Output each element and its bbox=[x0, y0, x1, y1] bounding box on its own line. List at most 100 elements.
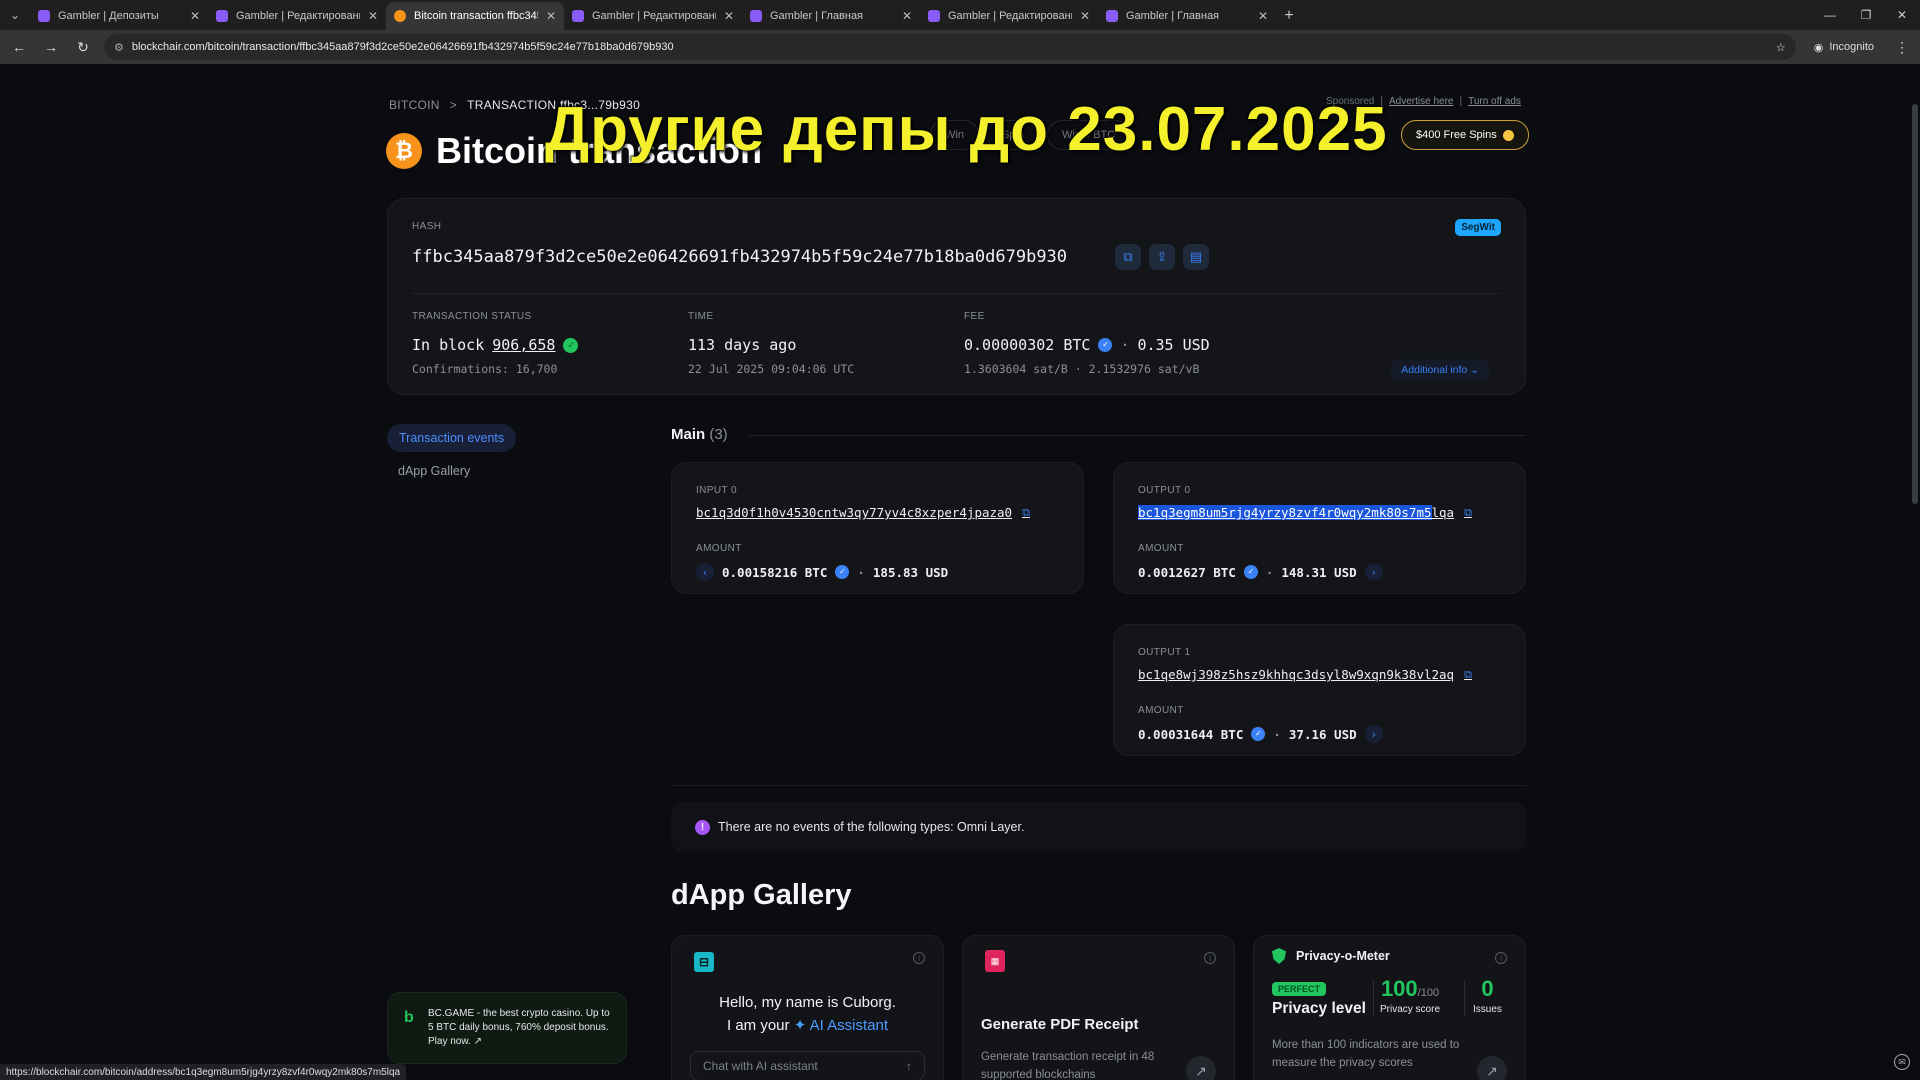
tab-title: Gambler | Редактирование по... bbox=[948, 10, 1072, 22]
blockchair-favicon-icon bbox=[394, 10, 406, 22]
send-arrow-icon[interactable]: ↑ bbox=[906, 1059, 912, 1073]
page-content: BITCOIN > TRANSACTION ffbc3...79b930 Spo… bbox=[0, 64, 1920, 1080]
site-info-icon[interactable]: ⚙ bbox=[114, 41, 124, 54]
hash-actions: ⧉ ⇪ ▤ bbox=[1115, 244, 1209, 270]
back-icon[interactable]: ← bbox=[8, 36, 30, 58]
browser-tab[interactable]: Gambler | Редактирование по... ✕ bbox=[208, 2, 386, 30]
segwit-badge: SegWit bbox=[1455, 219, 1501, 236]
browser-tab-strip: ⌄ Gambler | Депозиты ✕ Gambler | Редактир… bbox=[0, 0, 1920, 30]
bcgame-ad-text: BC.GAME - the best crypto casino. Up to … bbox=[428, 1008, 610, 1047]
privacy-level-label: Privacy level bbox=[1272, 1000, 1366, 1017]
close-window-icon[interactable]: ✕ bbox=[1884, 0, 1920, 30]
forward-icon[interactable]: → bbox=[40, 36, 62, 58]
privacy-meter-card[interactable]: Privacy-o-Meter i PERFECT Privacy level … bbox=[1253, 935, 1526, 1080]
verified-icon: ✓ bbox=[1251, 727, 1266, 741]
close-tab-icon[interactable]: ✕ bbox=[368, 9, 378, 23]
browser-tab[interactable]: Gambler | Главная ✕ bbox=[742, 2, 920, 30]
close-tab-icon[interactable]: ✕ bbox=[190, 9, 200, 23]
chevron-left-icon[interactable]: ‹ bbox=[696, 563, 714, 581]
input-amount: ‹ 0.00158216 BTC ✓ · 185.83 USD bbox=[696, 563, 948, 581]
divider bbox=[671, 785, 1526, 786]
bcgame-logo-icon: b bbox=[404, 1009, 414, 1026]
new-tab-button[interactable]: + bbox=[1276, 2, 1302, 30]
reload-icon[interactable]: ↻ bbox=[72, 36, 94, 58]
hash-label: HASH bbox=[412, 221, 442, 232]
close-tab-icon[interactable]: ✕ bbox=[1080, 9, 1090, 23]
restore-icon[interactable]: ❐ bbox=[1848, 0, 1884, 30]
share-icon[interactable]: ⇪ bbox=[1149, 244, 1175, 270]
main-section-title: Main (3) bbox=[671, 426, 728, 443]
browser-tab[interactable]: Gambler | Главная ✕ bbox=[1098, 2, 1276, 30]
feedback-icon[interactable]: ✉ bbox=[1894, 1054, 1910, 1070]
tab-title: Gambler | Депозиты bbox=[58, 10, 159, 22]
breadcrumb-bitcoin[interactable]: BITCOIN bbox=[389, 98, 440, 112]
verified-icon: ✓ bbox=[1098, 338, 1113, 352]
chevron-right-icon[interactable]: › bbox=[1364, 725, 1383, 743]
output-card: OUTPUT 1 bc1qe8wj398z5hsz9khhqc3dsyl8w9x… bbox=[1113, 624, 1526, 756]
url-text: blockchair.com/bitcoin/transaction/ffbc3… bbox=[131, 41, 674, 53]
output-address[interactable]: bc1q3egm8um5rjg4yrzy8zvf4r0wqy2mk80s7m5l… bbox=[1138, 505, 1472, 520]
cuborg-greeting: Hello, my name is Cuborg. I am your ✦ AI… bbox=[719, 994, 896, 1034]
fee-value: 0.00000302 BTC ✓ · 0.35 USD bbox=[964, 336, 1210, 354]
fee-usd: 0.35 USD bbox=[1137, 336, 1210, 354]
output-amount: 0.0012627 BTC ✓ · 148.31 USD › bbox=[1138, 563, 1383, 581]
additional-info-button[interactable]: Additional info ⌄ bbox=[1391, 359, 1489, 381]
status-value: In block 906,658 ✓ bbox=[412, 336, 579, 354]
info-icon[interactable]: i bbox=[1495, 952, 1507, 964]
url-input[interactable]: ⚙ blockchair.com/bitcoin/transaction/ffb… bbox=[104, 34, 1796, 60]
notice-text: There are no events of the following typ… bbox=[718, 820, 1025, 834]
copy-icon[interactable]: ⧉ bbox=[1115, 244, 1141, 270]
scrollbar[interactable] bbox=[1912, 104, 1918, 504]
sidebar-item-transaction-events[interactable]: Transaction events bbox=[387, 424, 517, 452]
free-spins-button[interactable]: $400 Free Spins bbox=[1401, 120, 1529, 150]
output-usd: 37.16 USD bbox=[1288, 726, 1357, 742]
main-count: (3) bbox=[709, 426, 728, 443]
copy-icon[interactable]: ⧉ bbox=[1464, 668, 1472, 682]
tab-search-icon[interactable]: ⌄ bbox=[0, 0, 30, 30]
browser-tab-active[interactable]: Bitcoin transaction ffbc345aa8... ✕ bbox=[386, 2, 564, 30]
output-address[interactable]: bc1qe8wj398z5hsz9khhqc3dsyl8w9xqn9k38vl2… bbox=[1138, 667, 1472, 682]
minimize-icon[interactable]: — bbox=[1812, 0, 1848, 30]
output-label: OUTPUT 1 bbox=[1138, 647, 1191, 658]
close-tab-icon[interactable]: ✕ bbox=[1258, 9, 1268, 23]
pdf-receipt-card[interactable]: ▦ i Generate PDF Receipt Generate transa… bbox=[962, 935, 1235, 1080]
arrow-up-right-icon[interactable]: ↗ bbox=[1477, 1056, 1507, 1080]
receipt-icon[interactable]: ▤ bbox=[1183, 244, 1209, 270]
close-tab-icon[interactable]: ✕ bbox=[724, 9, 734, 23]
ai-chat-input[interactable]: Chat with AI assistant ↑ bbox=[690, 1051, 925, 1080]
copy-icon[interactable]: ⧉ bbox=[1464, 506, 1472, 520]
fee-btc: 0.00000302 BTC bbox=[964, 336, 1091, 354]
arrow-up-right-icon[interactable]: ↗ bbox=[1186, 1056, 1216, 1080]
pdf-description: Generate transaction receipt in 48 suppo… bbox=[981, 1051, 1155, 1080]
tab-title: Gambler | Главная bbox=[1126, 10, 1220, 22]
info-icon[interactable]: i bbox=[913, 952, 925, 964]
close-tab-icon[interactable]: ✕ bbox=[902, 9, 912, 23]
divider bbox=[748, 435, 1526, 436]
sidebar-item-dapp-gallery[interactable]: dApp Gallery bbox=[398, 464, 470, 478]
output-btc: 0.0012627 BTC bbox=[1138, 564, 1236, 580]
browser-tab[interactable]: Gambler | Редактирование по... ✕ bbox=[920, 2, 1098, 30]
chevron-right-icon[interactable]: › bbox=[1364, 563, 1383, 581]
incognito-icon: ◉ bbox=[1813, 41, 1824, 54]
info-icon[interactable]: i bbox=[1204, 952, 1216, 964]
time-label: TIME bbox=[688, 311, 714, 322]
block-link[interactable]: 906,658 bbox=[492, 336, 555, 354]
advertise-link[interactable]: Advertise here bbox=[1389, 96, 1453, 107]
browser-tab[interactable]: Gambler | Редактирование по... ✕ bbox=[564, 2, 742, 30]
output-amount: 0.00031644 BTC ✓ · 37.16 USD › bbox=[1138, 725, 1383, 743]
bookmark-star-icon[interactable]: ☆ bbox=[1776, 41, 1786, 54]
close-tab-icon[interactable]: ✕ bbox=[546, 9, 556, 23]
incognito-indicator[interactable]: ◉ Incognito bbox=[1806, 41, 1882, 54]
window-controls: — ❐ ✕ bbox=[1812, 0, 1920, 30]
bcgame-ad-banner[interactable]: b BC.GAME - the best crypto casino. Up t… bbox=[387, 992, 627, 1064]
output-usd: 148.31 USD bbox=[1281, 564, 1357, 580]
browser-tab[interactable]: Gambler | Депозиты ✕ bbox=[30, 2, 208, 30]
gambler-favicon-icon bbox=[216, 10, 228, 22]
input-address[interactable]: bc1q3d0f1h0v4530cntw3qy77yv4c8xzper4jpaz… bbox=[696, 505, 1030, 520]
status-column: TRANSACTION STATUS In block 906,658 ✓ Co… bbox=[412, 311, 579, 376]
input-card: INPUT 0 bc1q3d0f1h0v4530cntw3qy77yv4c8xz… bbox=[671, 462, 1084, 594]
copy-icon[interactable]: ⧉ bbox=[1022, 506, 1030, 520]
browser-menu-icon[interactable]: ⋮ bbox=[1892, 39, 1912, 56]
turn-off-ads-link[interactable]: Turn off ads bbox=[1468, 96, 1521, 107]
video-overlay-caption: Другие депы до 23.07.2025 bbox=[545, 95, 1388, 164]
